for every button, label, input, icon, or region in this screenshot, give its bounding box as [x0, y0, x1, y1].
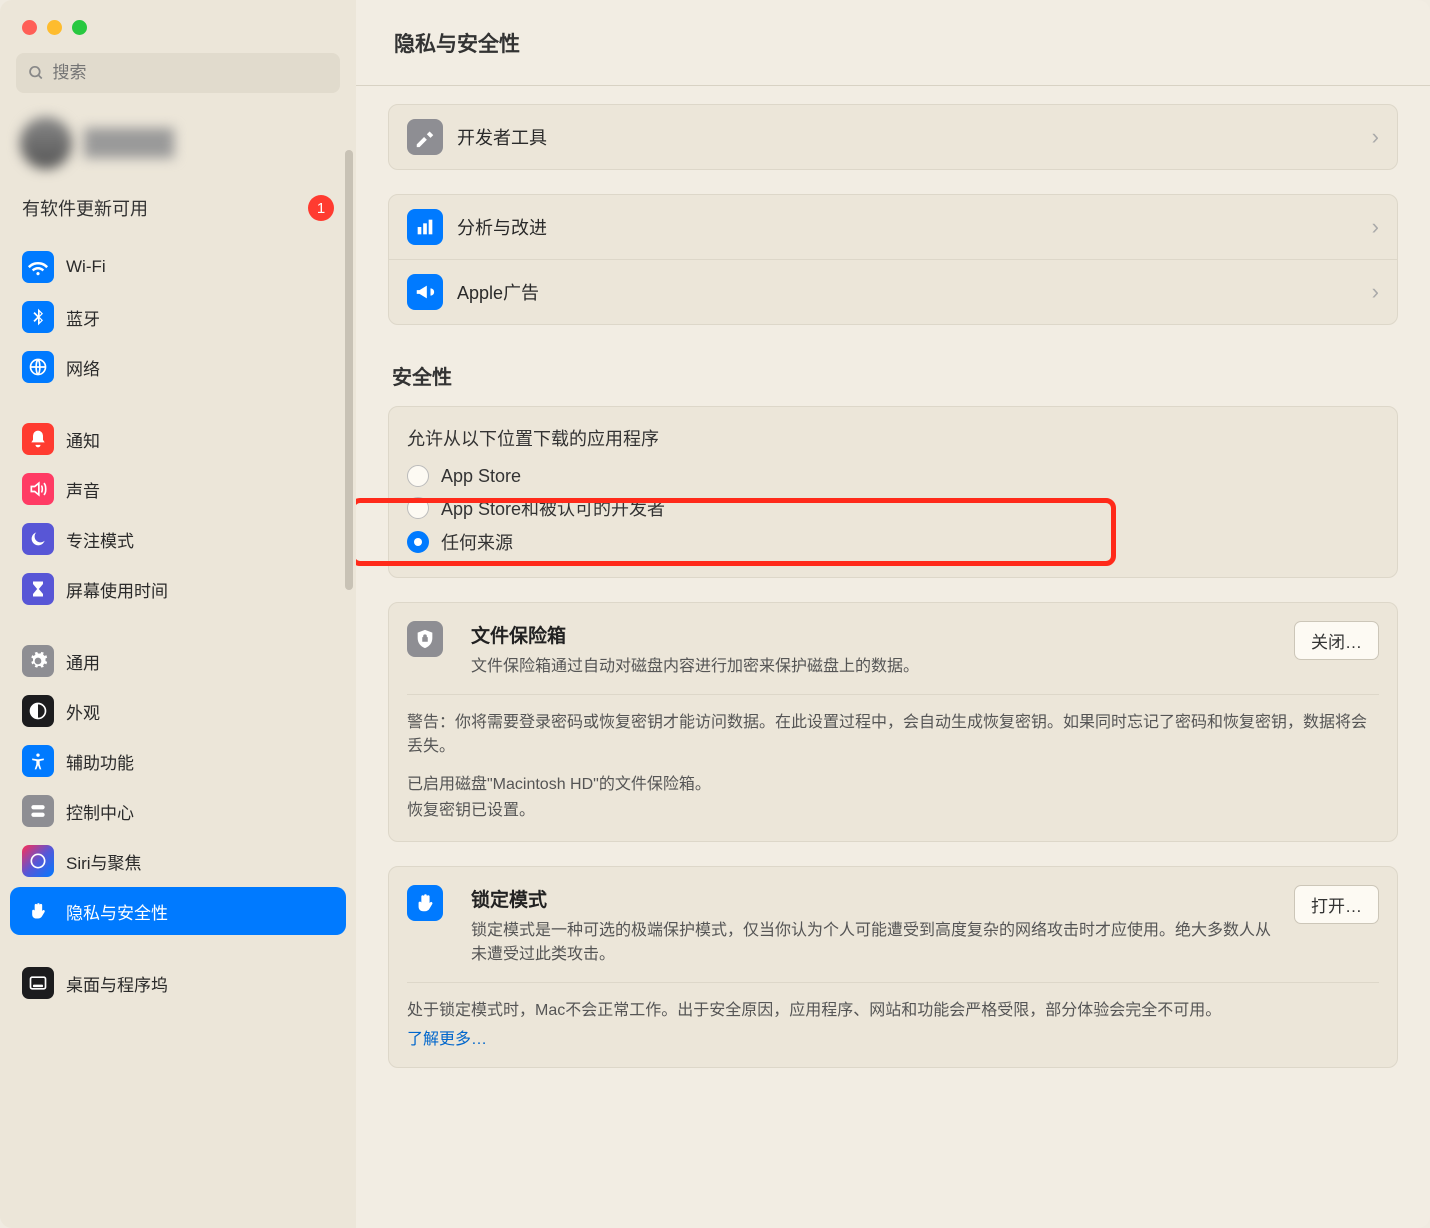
allow-apps-title: 允许从以下位置下载的应用程序: [407, 425, 1379, 451]
avatar: [20, 117, 72, 169]
filevault-icon: [407, 621, 443, 657]
switches-icon: [22, 795, 54, 827]
sidebar-item-network[interactable]: 网络: [10, 343, 346, 391]
sidebar-item-bluetooth[interactable]: 蓝牙: [10, 293, 346, 341]
row-developer-tools[interactable]: 开发者工具 ›: [389, 105, 1397, 169]
search-icon: [28, 64, 45, 82]
appearance-icon: [22, 695, 54, 727]
maximize-window-button[interactable]: [72, 20, 87, 35]
sidebar-item-label: 外观: [66, 699, 100, 724]
lockdown-body: 处于锁定模式时，Mac不会正常工作。出于安全原因，应用程序、网站和功能会严格受限…: [407, 999, 1379, 1023]
sidebar-item-label: 通用: [66, 649, 100, 674]
wifi-icon: [22, 251, 54, 283]
sidebar-scrollbar[interactable]: [345, 150, 353, 590]
row-label: 分析与改进: [457, 214, 1372, 240]
sidebar-item-accessibility[interactable]: 辅助功能: [10, 737, 346, 785]
moon-icon: [22, 523, 54, 555]
radio-icon: [407, 465, 429, 487]
megaphone-icon: [407, 274, 443, 310]
sidebar-item-label: 隐私与安全性: [66, 899, 168, 924]
titlebar: 隐私与安全性: [356, 0, 1430, 86]
sidebar-item-siri[interactable]: Siri与聚焦: [10, 837, 346, 885]
filevault-status: 已启用磁盘"Macintosh HD"的文件保险箱。: [407, 773, 1379, 797]
search-box[interactable]: [16, 53, 340, 93]
minimize-window-button[interactable]: [47, 20, 62, 35]
sidebar-item-label: Wi-Fi: [66, 257, 106, 277]
update-badge: 1: [308, 195, 334, 221]
lockdown-title: 锁定模式: [471, 885, 1280, 912]
sidebar-item-label: 网络: [66, 355, 100, 380]
sidebar-item-focus[interactable]: 专注模式: [10, 515, 346, 563]
sidebar-item-privacy[interactable]: 隐私与安全性: [10, 887, 346, 935]
user-name: [84, 128, 174, 158]
sidebar-item-appearance[interactable]: 外观: [10, 687, 346, 735]
chevron-right-icon: ›: [1372, 124, 1379, 150]
row-apple-ads[interactable]: Apple广告 ›: [389, 260, 1397, 324]
security-section-title: 安全性: [392, 361, 1398, 390]
sidebar-item-wifi[interactable]: Wi-Fi: [10, 243, 346, 291]
row-label: 开发者工具: [457, 124, 1372, 150]
filevault-desc: 文件保险箱通过自动对磁盘内容进行加密来保护磁盘上的数据。: [471, 652, 1280, 676]
chevron-right-icon: ›: [1372, 279, 1379, 305]
filevault-warning: 警告：你将需要登录密码或恢复密钥才能访问数据。在此设置过程中，会自动生成恢复密钥…: [407, 711, 1379, 759]
hand-icon: [22, 895, 54, 927]
sidebar-item-general[interactable]: 通用: [10, 637, 346, 685]
sidebar-item-label: 声音: [66, 477, 100, 502]
close-window-button[interactable]: [22, 20, 37, 35]
row-analytics[interactable]: 分析与改进 ›: [389, 195, 1397, 260]
radio-label: App Store和被认可的开发者: [441, 495, 665, 521]
sidebar-item-label: Siri与聚焦: [66, 849, 142, 874]
sidebar-item-sound[interactable]: 声音: [10, 465, 346, 513]
chart-icon: [407, 209, 443, 245]
hourglass-icon: [22, 573, 54, 605]
accessibility-icon: [22, 745, 54, 777]
radio-anywhere[interactable]: 任何来源: [407, 525, 1379, 559]
hammer-icon: [407, 119, 443, 155]
dock-icon: [22, 967, 54, 999]
radio-label: 任何来源: [441, 529, 513, 555]
lockdown-toggle-button[interactable]: 打开…: [1294, 885, 1379, 924]
radio-icon: [407, 497, 429, 519]
radio-identified-developers[interactable]: App Store和被认可的开发者: [407, 491, 1379, 525]
page-title: 隐私与安全性: [394, 28, 520, 58]
siri-icon: [22, 845, 54, 877]
sidebar-item-notifications[interactable]: 通知: [10, 415, 346, 463]
radio-icon: [407, 531, 429, 553]
speaker-icon: [22, 473, 54, 505]
gear-icon: [22, 645, 54, 677]
sidebar-item-screentime[interactable]: 屏幕使用时间: [10, 565, 346, 613]
sidebar-item-control-center[interactable]: 控制中心: [10, 787, 346, 835]
radio-app-store[interactable]: App Store: [407, 461, 1379, 491]
sidebar-item-label: 通知: [66, 427, 100, 452]
globe-icon: [22, 351, 54, 383]
filevault-toggle-button[interactable]: 关闭…: [1294, 621, 1379, 660]
bell-icon: [22, 423, 54, 455]
lockdown-icon: [407, 885, 443, 921]
sidebar-item-desktop-dock[interactable]: 桌面与程序坞: [10, 959, 346, 1007]
bluetooth-icon: [22, 301, 54, 333]
sidebar-item-label: 桌面与程序坞: [66, 971, 168, 996]
learn-more-link[interactable]: 了解更多…: [407, 1031, 487, 1048]
sidebar-item-label: 蓝牙: [66, 305, 100, 330]
software-update-row[interactable]: 有软件更新可用 1: [0, 181, 356, 239]
chevron-right-icon: ›: [1372, 214, 1379, 240]
radio-label: App Store: [441, 466, 521, 487]
sidebar-item-label: 屏幕使用时间: [66, 577, 168, 602]
apple-id-row[interactable]: [0, 105, 356, 181]
sidebar-item-label: 控制中心: [66, 799, 134, 824]
filevault-status: 恢复密钥已设置。: [407, 799, 1379, 823]
sidebar-item-label: 辅助功能: [66, 749, 134, 774]
filevault-title: 文件保险箱: [471, 621, 1280, 648]
sidebar-item-label: 专注模式: [66, 527, 134, 552]
update-label: 有软件更新可用: [22, 195, 148, 221]
row-label: Apple广告: [457, 279, 1372, 305]
lockdown-desc: 锁定模式是一种可选的极端保护模式，仅当你认为个人可能遭受到高度复杂的网络攻击时才…: [471, 916, 1280, 964]
search-input[interactable]: [53, 63, 328, 83]
